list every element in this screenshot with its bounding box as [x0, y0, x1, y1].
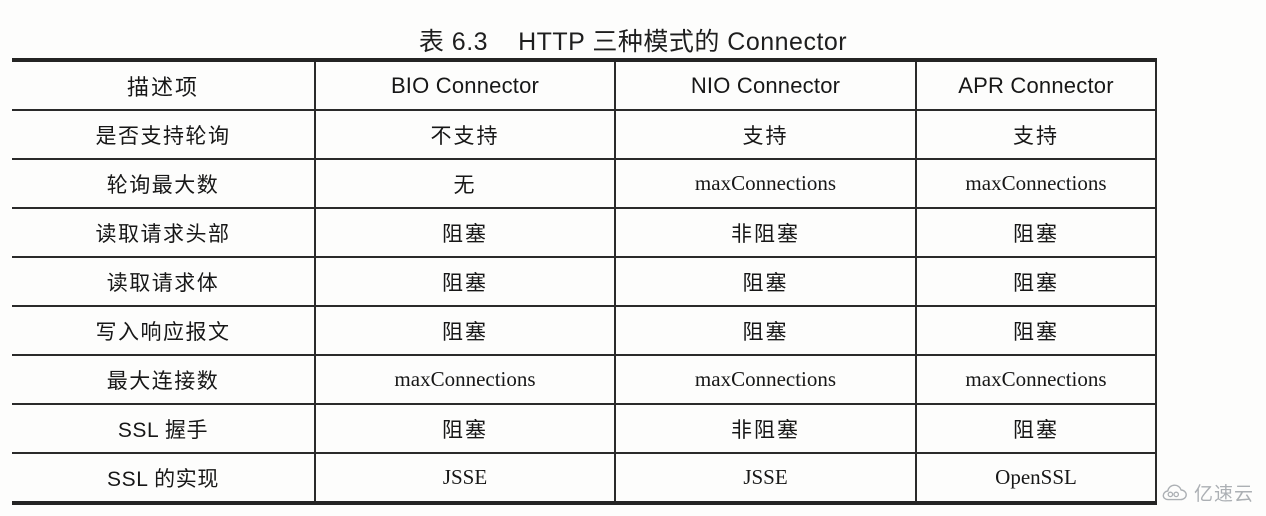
cell-apr: 阻塞 [916, 305, 1157, 355]
cell-bio: 阻塞 [315, 305, 616, 355]
row-label: 轮询最大数 [12, 158, 316, 208]
column-header-bio: BIO Connector [315, 58, 616, 110]
cell-nio: 非阻塞 [615, 403, 917, 453]
table-row: 是否支持轮询 不支持 支持 支持 [12, 109, 1157, 159]
cell-apr: 支持 [916, 109, 1157, 159]
table-header: 描述项 BIO Connector NIO Connector APR Conn… [12, 58, 1157, 110]
table-caption: 表 6.3 HTTP 三种模式的 Connector [0, 22, 1266, 58]
table-caption-text: HTTP 三种模式的 Connector [518, 28, 848, 56]
connector-comparison-table: 描述项 BIO Connector NIO Connector APR Conn… [12, 58, 1157, 505]
cell-nio: 非阻塞 [615, 207, 917, 257]
table-body: 是否支持轮询 不支持 支持 支持 轮询最大数 无 maxConnections … [12, 109, 1157, 505]
column-header-description: 描述项 [12, 58, 316, 110]
cell-apr: 阻塞 [916, 256, 1157, 306]
cell-nio: 阻塞 [615, 256, 917, 306]
watermark-label: 亿速云 [1193, 484, 1254, 505]
table-container: 描述项 BIO Connector NIO Connector APR Conn… [12, 58, 1157, 505]
table-row: 轮询最大数 无 maxConnections maxConnections [12, 158, 1157, 208]
row-label: 最大连接数 [12, 354, 316, 404]
column-header-nio: NIO Connector [615, 58, 917, 110]
cell-nio: 支持 [615, 109, 917, 159]
table-caption-number: 表 6.3 [418, 28, 489, 56]
row-label: 是否支持轮询 [12, 109, 316, 159]
cell-apr: maxConnections [916, 158, 1157, 208]
cell-bio: maxConnections [315, 354, 616, 404]
table-row: 写入响应报文 阻塞 阻塞 阻塞 [12, 305, 1157, 355]
cell-bio: 阻塞 [315, 403, 616, 453]
site-watermark: 亿速云 [1162, 479, 1254, 506]
row-label: SSL 握手 [12, 403, 316, 453]
cell-nio: JSSE [615, 452, 917, 505]
column-header-apr: APR Connector [916, 58, 1157, 110]
row-label: 读取请求体 [12, 256, 316, 306]
cell-bio: 无 [315, 158, 616, 208]
cell-bio: 不支持 [315, 109, 616, 159]
table-row: 读取请求体 阻塞 阻塞 阻塞 [12, 256, 1157, 306]
table-row: 最大连接数 maxConnections maxConnections maxC… [12, 354, 1157, 404]
scanned-page: 表 6.3 HTTP 三种模式的 Connector 描述项 BIO Connec… [0, 0, 1266, 516]
cell-apr: 阻塞 [916, 403, 1157, 453]
cell-bio: 阻塞 [315, 256, 616, 306]
cloud-icon [1162, 483, 1188, 502]
cell-nio: maxConnections [615, 158, 917, 208]
cell-apr: 阻塞 [916, 207, 1157, 257]
cell-nio: maxConnections [615, 354, 917, 404]
row-label: 读取请求头部 [12, 207, 316, 257]
cell-bio: JSSE [315, 452, 616, 505]
table-row: SSL 的实现 JSSE JSSE OpenSSL [12, 452, 1157, 505]
cell-apr: maxConnections [916, 354, 1157, 404]
cell-nio: 阻塞 [615, 305, 917, 355]
table-header-row: 描述项 BIO Connector NIO Connector APR Conn… [12, 58, 1157, 110]
cell-apr: OpenSSL [916, 452, 1157, 505]
row-label: 写入响应报文 [12, 305, 316, 355]
table-row: 读取请求头部 阻塞 非阻塞 阻塞 [12, 207, 1157, 257]
row-label: SSL 的实现 [12, 452, 316, 505]
table-row: SSL 握手 阻塞 非阻塞 阻塞 [12, 403, 1157, 453]
cell-bio: 阻塞 [315, 207, 616, 257]
